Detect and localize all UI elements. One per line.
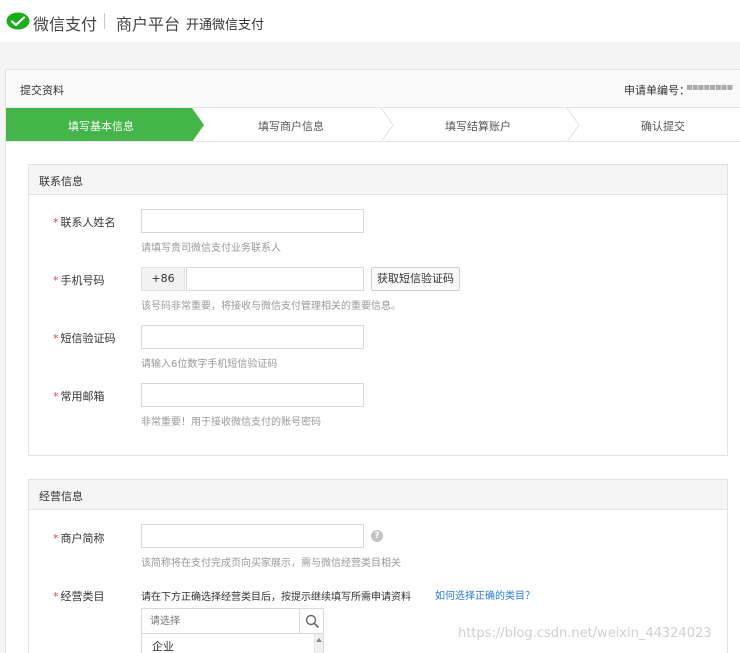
category-search-box bbox=[141, 608, 324, 634]
category-help-link[interactable]: 如何选择正确的类目？ bbox=[435, 587, 535, 602]
contact-name-label: * 联系人姓名 bbox=[53, 214, 116, 230]
scroll-up-arrow-icon[interactable] bbox=[316, 638, 322, 642]
contact-name-label-text: 联系人姓名 bbox=[60, 216, 116, 229]
watermark: https://blog.csdn.net/weixin_44324023 bbox=[458, 626, 712, 641]
application-number-value: ▪▪▪▪▪▪▪▪ bbox=[686, 82, 733, 93]
brand-name: 微信支付 bbox=[33, 15, 98, 34]
email-hint: 非常重要！用于接收微信支付的账号密码 bbox=[141, 417, 321, 428]
business-section-header: 经营信息 bbox=[29, 480, 727, 510]
phone-hint: 该号码非常重要，将接收与微信支付管理相关的重要信息。 bbox=[141, 301, 401, 312]
contact-section-header: 联系信息 bbox=[29, 165, 727, 195]
wechat-pay-logo-icon bbox=[6, 12, 30, 30]
required-mark: * bbox=[53, 274, 59, 287]
panel-title: 提交资料 bbox=[20, 84, 64, 97]
phone-label-text: 手机号码 bbox=[60, 274, 105, 287]
phone-input[interactable] bbox=[186, 267, 364, 291]
required-mark: * bbox=[53, 332, 59, 345]
header-divider bbox=[104, 13, 105, 29]
platform-name: 商户平台 bbox=[116, 15, 181, 34]
short-name-hint: 该简称将在支付完成页向买家展示，需与微信经营类目相关 bbox=[141, 558, 401, 569]
step-3-label: 填写结算账户 bbox=[445, 120, 511, 133]
step-1-label: 填写基本信息 bbox=[68, 120, 134, 133]
email-input[interactable] bbox=[141, 383, 364, 407]
category-search-input[interactable] bbox=[142, 609, 299, 633]
help-icon[interactable]: ? bbox=[371, 530, 383, 542]
required-mark: * bbox=[53, 590, 59, 603]
get-sms-code-button[interactable]: 获取短信验证码 bbox=[371, 267, 460, 291]
panel-header: 提交资料 申请单编号： ▪▪▪▪▪▪▪▪ bbox=[6, 70, 740, 108]
page-subtitle: 开通微信支付 bbox=[186, 18, 265, 33]
short-name-label: * 商户简称 bbox=[53, 530, 105, 546]
step-progress: 填写基本信息 填写商户信息 填写结算账户 确认提交 bbox=[6, 108, 740, 142]
required-mark: * bbox=[53, 216, 59, 229]
short-name-input[interactable] bbox=[141, 524, 364, 548]
sms-code-label: * 短信验证码 bbox=[53, 330, 116, 346]
contact-name-hint: 请填写贵司微信支付业务联系人 bbox=[141, 243, 281, 254]
contact-name-input[interactable] bbox=[141, 209, 364, 233]
application-number-label: 申请单编号： bbox=[624, 84, 690, 97]
category-option-enterprise[interactable]: 企业 bbox=[152, 638, 174, 653]
step-4-label: 确认提交 bbox=[641, 120, 685, 133]
email-label-text: 常用邮箱 bbox=[60, 390, 105, 403]
required-mark: * bbox=[53, 390, 59, 403]
options-scrollbar[interactable] bbox=[314, 634, 323, 653]
category-label-text: 经营类目 bbox=[60, 590, 105, 603]
search-icon bbox=[305, 614, 319, 628]
category-instruction: 请在下方正确选择经营类目后，按提示继续填写所需申请资料 bbox=[141, 592, 411, 603]
category-label: * 经营类目 bbox=[53, 588, 105, 604]
category-options-list: 企业 bbox=[141, 634, 324, 653]
phone-label: * 手机号码 bbox=[53, 272, 105, 288]
sms-code-hint: 请输入6位数字手机短信验证码 bbox=[141, 359, 278, 370]
step-2-label: 填写商户信息 bbox=[258, 120, 324, 133]
sms-code-input[interactable] bbox=[141, 325, 364, 349]
contact-section-title: 联系信息 bbox=[39, 175, 83, 188]
sms-code-label-text: 短信验证码 bbox=[60, 332, 116, 345]
required-mark: * bbox=[53, 532, 59, 545]
short-name-label-text: 商户简称 bbox=[60, 532, 105, 545]
business-section-title: 经营信息 bbox=[39, 490, 83, 503]
country-code-prefix: +86 bbox=[141, 267, 185, 291]
email-label: * 常用邮箱 bbox=[53, 388, 105, 404]
application-panel: 提交资料 申请单编号： ▪▪▪▪▪▪▪▪ 填写基本信息 填写商户信息 填写结算账… bbox=[5, 69, 740, 653]
contact-section: 联系信息 * 联系人姓名 请填写贵司微信支付业务联系人 * 手机号码 +86 获取短… bbox=[28, 164, 728, 456]
category-search-button[interactable] bbox=[299, 609, 323, 633]
top-header: 微信支付 商户平台 开通微信支付 bbox=[0, 0, 740, 42]
